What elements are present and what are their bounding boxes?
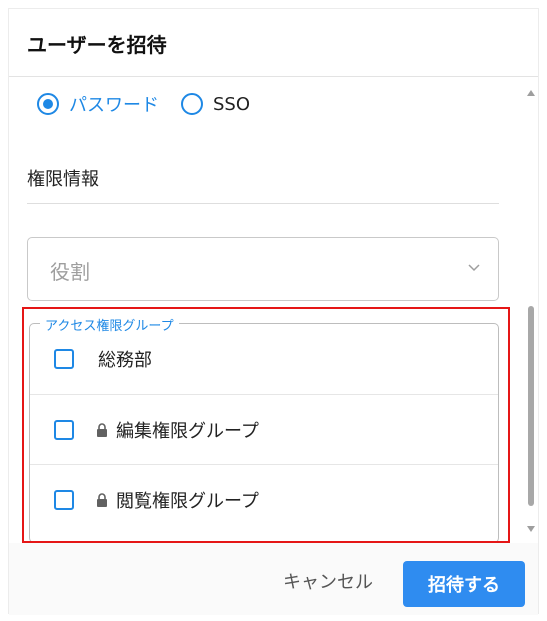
dialog-footer: キャンセル 招待する [9,543,538,615]
dialog-body[interactable]: パスワード SSO 権限情報 役割 アクセス権限グループ 総務部 編集権限グルー… [9,77,540,543]
access-group-item-label: 編集権限グループ [116,420,259,442]
section-divider [27,203,499,204]
password-radio-label[interactable]: パスワード [69,91,159,117]
dialog-header: ユーザーを招待 [9,9,538,77]
access-group-item-view[interactable]: 閲覧権限グループ [30,464,498,534]
radio-selected-dot [43,99,53,109]
access-group-item-label: 総務部 [98,350,152,371]
invite-button[interactable]: 招待する [403,561,525,607]
access-group-item-edit[interactable]: 編集権限グループ [30,394,498,464]
scroll-up-arrow-icon[interactable] [527,90,535,96]
access-group-item-label: 閲覧権限グループ [116,490,259,512]
chevron-down-icon [468,264,480,272]
dialog-title: ユーザーを招待 [27,33,167,57]
permissions-section-title: 権限情報 [27,169,99,190]
password-radio[interactable] [37,93,59,115]
sso-radio-label[interactable]: SSO [213,94,250,115]
role-select[interactable]: 役割 [27,237,499,301]
checkbox-edit-group[interactable] [54,419,74,440]
invite-user-dialog: ユーザーを招待 パスワード SSO 権限情報 役割 アクセス権限グループ 総務部 [8,8,540,615]
scroll-down-arrow-icon[interactable] [527,526,535,532]
auth-method-group: パスワード SSO [37,91,250,117]
checkbox-view-group[interactable] [54,489,74,510]
access-group-fieldset: アクセス権限グループ 総務部 編集権限グループ 閲覧権限グループ [29,315,499,543]
lock-icon [97,422,107,437]
sso-radio[interactable] [181,93,203,115]
lock-icon [97,492,107,507]
scrollbar[interactable] [525,84,537,536]
cancel-button[interactable]: キャンセル [271,563,385,599]
access-group-item-soumubu[interactable]: 総務部 [30,324,498,394]
role-select-placeholder: 役割 [50,260,90,284]
checkbox-soumubu[interactable] [54,349,74,369]
scrollbar-thumb[interactable] [528,306,534,506]
